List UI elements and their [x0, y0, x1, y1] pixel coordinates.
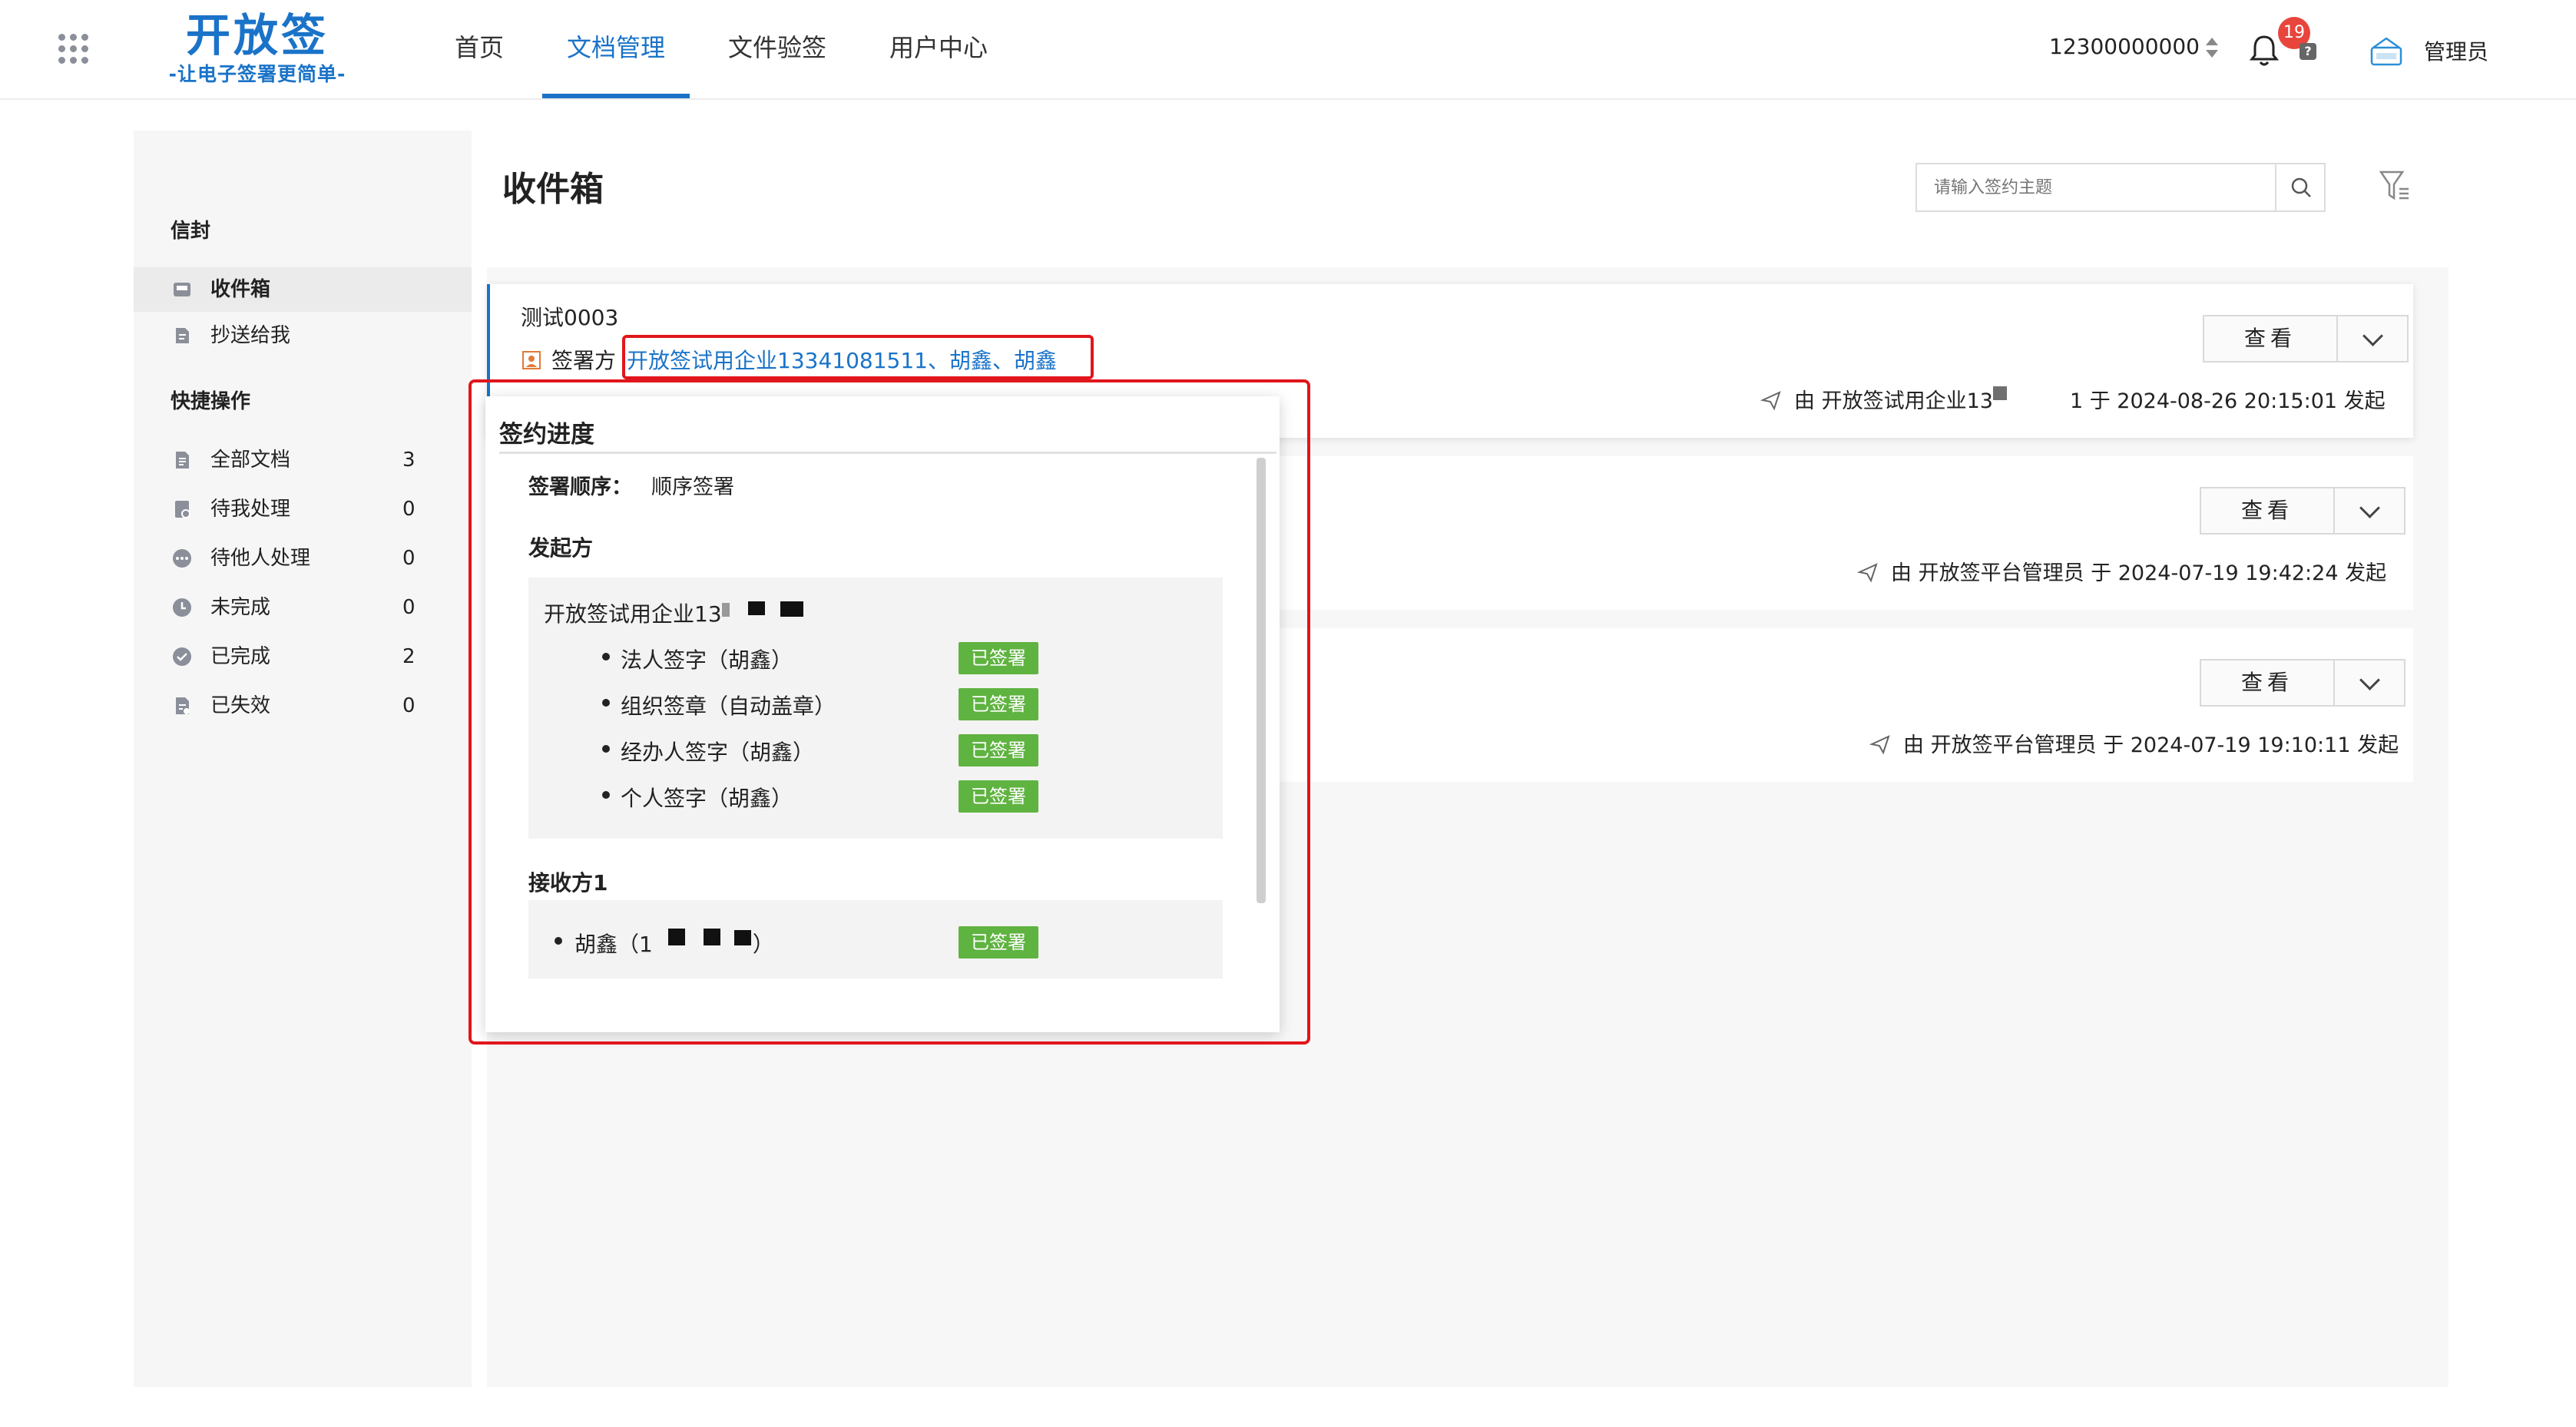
initiated-suffix: 1 于 2024-08-26 20:15:01 发起: [2069, 389, 2386, 413]
expired-icon: [176, 697, 190, 714]
top-header: 开放签 -让电子签署更简单- 首页 文档管理 文件验签 用户中心 1230000…: [0, 0, 2576, 100]
sidebar-item-count: 0: [402, 498, 416, 521]
inbox-icon: [174, 283, 190, 296]
sidebar-item-label: 待他人处理: [210, 547, 311, 570]
sidebar-item-count: 3: [402, 449, 416, 472]
view-button[interactable]: 查看: [2200, 487, 2335, 535]
highlight-signers: [622, 335, 1094, 379]
logo-title: 开放签: [185, 9, 329, 61]
sidebar-item-label: 待我处理: [210, 498, 291, 521]
pending-others-icon: [173, 549, 191, 568]
search-input[interactable]: [1917, 164, 2276, 210]
search-button[interactable]: [2275, 164, 2324, 210]
redacted-block: [1992, 386, 2070, 408]
sidebar-item-inbox[interactable]: 收件箱: [134, 267, 472, 312]
filter-icon[interactable]: [2379, 169, 2410, 204]
sidebar-item-pending-me[interactable]: 待我处理 0: [134, 487, 472, 531]
initiated-info: 由 开放签试用企业13 1 于 2024-08-26 20:15:01 发起: [1760, 384, 2386, 414]
cc-icon: [176, 328, 189, 343]
sidebar-item-count: 0: [402, 596, 416, 619]
document-icon: [176, 452, 189, 468]
account-switcher[interactable]: 12300000000: [2049, 34, 2220, 59]
clock-icon: [173, 598, 191, 617]
help-icon[interactable]: ?: [2300, 43, 2316, 60]
sidebar-item-count: 0: [402, 694, 416, 717]
page-title: 收件箱: [502, 170, 604, 209]
sidebar-item-expired[interactable]: 已失效 0: [134, 684, 472, 728]
logo[interactable]: 开放签 -让电子签署更简单-: [154, 8, 361, 86]
document-title: 测试0003: [521, 305, 619, 330]
nav-document-management[interactable]: 文档管理: [542, 0, 690, 98]
sidebar-heading-quick: 快捷操作: [171, 390, 251, 413]
send-icon: [1760, 391, 1781, 411]
sidebar-item-label: 已失效: [210, 694, 271, 717]
admin-name[interactable]: 管理员: [2424, 35, 2488, 66]
pending-me-icon: [175, 501, 190, 518]
search-icon: [2291, 177, 2311, 197]
sidebar-item-pending-others[interactable]: 待他人处理 0: [134, 536, 472, 581]
apps-grid-icon[interactable]: [58, 34, 89, 65]
dropdown-button[interactable]: [2333, 659, 2405, 707]
sidebar-item-incomplete[interactable]: 未完成 0: [134, 585, 472, 630]
sidebar-item-cc-me[interactable]: 抄送给我: [134, 313, 472, 358]
sidebar-item-count: 0: [402, 547, 416, 570]
nav-file-verify[interactable]: 文件验签: [704, 0, 851, 98]
logo-subtitle: -让电子签署更简单-: [168, 63, 346, 85]
sidebar-heading-envelope: 信封: [171, 220, 211, 243]
initiated-info: 由 开放签平台管理员 于 2024-07-19 19:42:24 发起: [1856, 556, 2387, 586]
sort-arrows-icon: [2204, 38, 2220, 58]
sidebar-item-label: 全部文档: [210, 449, 291, 472]
view-button[interactable]: 查看: [2200, 659, 2335, 707]
sidebar-item-label: 未完成: [210, 596, 271, 619]
initiated-prefix: 由 开放签试用企业13: [1794, 389, 1993, 413]
send-icon: [1856, 563, 1878, 583]
sidebar-item-count: 2: [402, 645, 416, 668]
nav-home[interactable]: 首页: [430, 0, 528, 98]
bell-icon[interactable]: [2249, 34, 2280, 68]
sidebar-item-completed[interactable]: 已完成 2: [134, 634, 472, 679]
signer-icon: [522, 351, 541, 369]
sidebar-item-label: 抄送给我: [210, 324, 291, 347]
highlight-popover: [469, 379, 1310, 1045]
initiated-info: 由 开放签平台管理员 于 2024-07-19 19:10:11 发起: [1869, 728, 2399, 758]
view-button[interactable]: 查看: [2203, 315, 2338, 363]
sidebar-item-label: 已完成: [210, 645, 271, 668]
main-nav: 首页 文档管理 文件验签 用户中心: [430, 0, 1026, 98]
signer-label: 签署方: [551, 348, 617, 373]
search-box: [1915, 163, 2326, 212]
sidebar: 信封 收件箱 抄送给我 快捷操作 全部文档 3 待我处理 0 待他人处理 0 未…: [134, 131, 472, 1387]
send-icon: [1869, 735, 1890, 755]
nav-user-center[interactable]: 用户中心: [865, 0, 1012, 98]
dropdown-button[interactable]: [2336, 315, 2409, 363]
initiated-text: 由 开放签平台管理员 于 2024-07-19 19:42:24 发起: [1891, 561, 2387, 585]
check-circle-icon: [173, 647, 191, 666]
account-phone: 12300000000: [2049, 34, 2200, 59]
sidebar-item-all-docs[interactable]: 全部文档 3: [134, 438, 472, 482]
sidebar-item-label: 收件箱: [210, 278, 271, 301]
initiated-text: 由 开放签平台管理员 于 2024-07-19 19:10:11 发起: [1903, 733, 2399, 757]
admin-avatar-icon[interactable]: [2369, 35, 2404, 68]
dropdown-button[interactable]: [2333, 487, 2405, 535]
